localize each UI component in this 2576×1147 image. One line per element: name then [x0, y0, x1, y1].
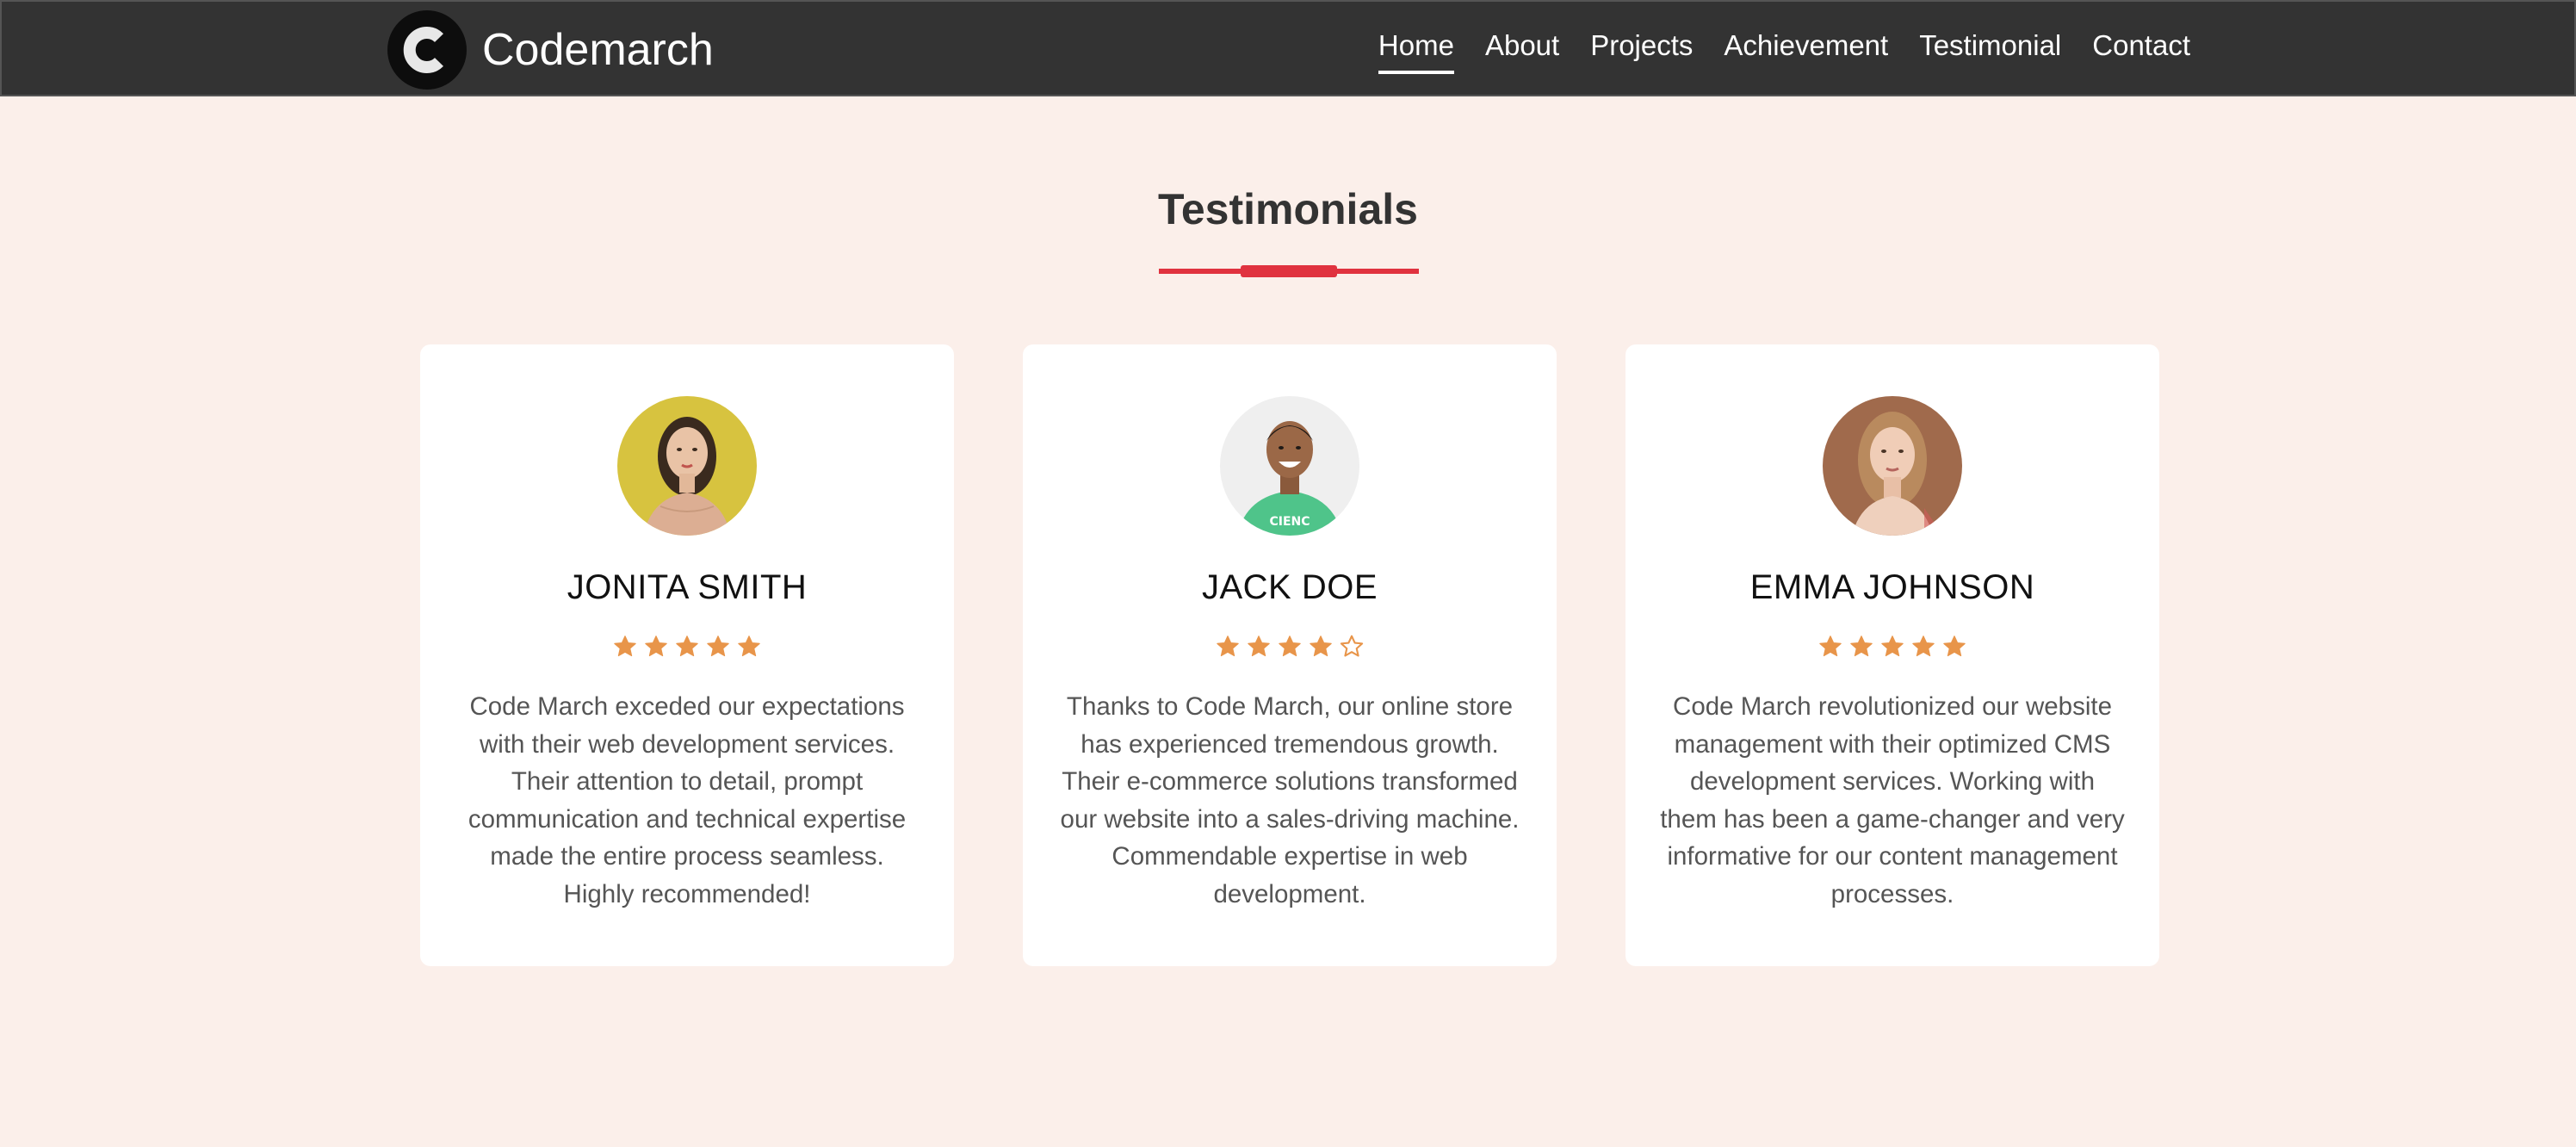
title-underline-accent [1241, 265, 1337, 277]
star-filled-icon [676, 636, 698, 657]
star-filled-icon [645, 636, 667, 657]
star-empty-icon [1340, 635, 1364, 657]
nav-link-projects[interactable]: Projects [1590, 29, 1693, 67]
star-rating [613, 635, 761, 659]
testimonial-text: Code March revolutionized our website ma… [1660, 692, 2125, 908]
nav-link-about[interactable]: About [1485, 29, 1559, 67]
star-filled-icon [1279, 636, 1301, 657]
testimonial-text: Code March exceded our expectations with… [468, 692, 907, 908]
testimonial-card: CIENC JACK DOE Thanks to Code March, our… [1023, 344, 1557, 966]
main-nav: Home About Projects Achievement Testimon… [1378, 2, 2190, 95]
nav-link-home[interactable]: Home [1378, 29, 1454, 74]
testimonial-card: JONITA SMITH Code March exceded our expe… [420, 344, 954, 966]
letter-c-logo-icon [387, 10, 467, 90]
nav-link-achievement[interactable]: Achievement [1724, 29, 1888, 67]
star-filled-icon [1248, 636, 1270, 657]
svg-text:CIENC: CIENC [1269, 515, 1310, 529]
testimonial-name: JONITA SMITH [567, 568, 808, 606]
testimonial-name: EMMA JOHNSON [1749, 568, 2035, 606]
section-title: Testimonials [1158, 185, 1418, 233]
star-filled-icon [1850, 636, 1873, 657]
star-filled-icon [1912, 636, 1935, 657]
star-filled-icon [1310, 636, 1332, 657]
testimonial-text: Thanks to Code March, our online store h… [1060, 692, 1520, 908]
avatar-jonita-smith [617, 396, 757, 536]
star-filled-icon [1217, 636, 1239, 657]
avatar-jack-doe: CIENC [1220, 396, 1359, 536]
star-filled-icon [1819, 636, 1842, 657]
nav-link-testimonial[interactable]: Testimonial [1919, 29, 2061, 67]
star-rating [1818, 635, 1966, 659]
star-filled-icon [1943, 636, 1966, 657]
testimonial-card: EMMA JOHNSON Code March revolutionized o… [1625, 344, 2159, 966]
navbar: Codemarch Home About Projects Achievemen… [0, 0, 2576, 96]
brand[interactable]: Codemarch [387, 10, 714, 90]
star-filled-icon [1881, 636, 1904, 657]
brand-name: Codemarch [482, 25, 714, 75]
avatar-emma-johnson [1823, 396, 1962, 536]
star-filled-icon [707, 636, 729, 657]
nav-link-contact[interactable]: Contact [2092, 29, 2190, 67]
star-rating [1216, 635, 1364, 659]
star-filled-icon [614, 636, 636, 657]
star-filled-icon [738, 636, 760, 657]
testimonial-name: JACK DOE [1201, 568, 1378, 606]
testimonial-cards: JONITA SMITH Code March exceded our expe… [420, 344, 2159, 966]
